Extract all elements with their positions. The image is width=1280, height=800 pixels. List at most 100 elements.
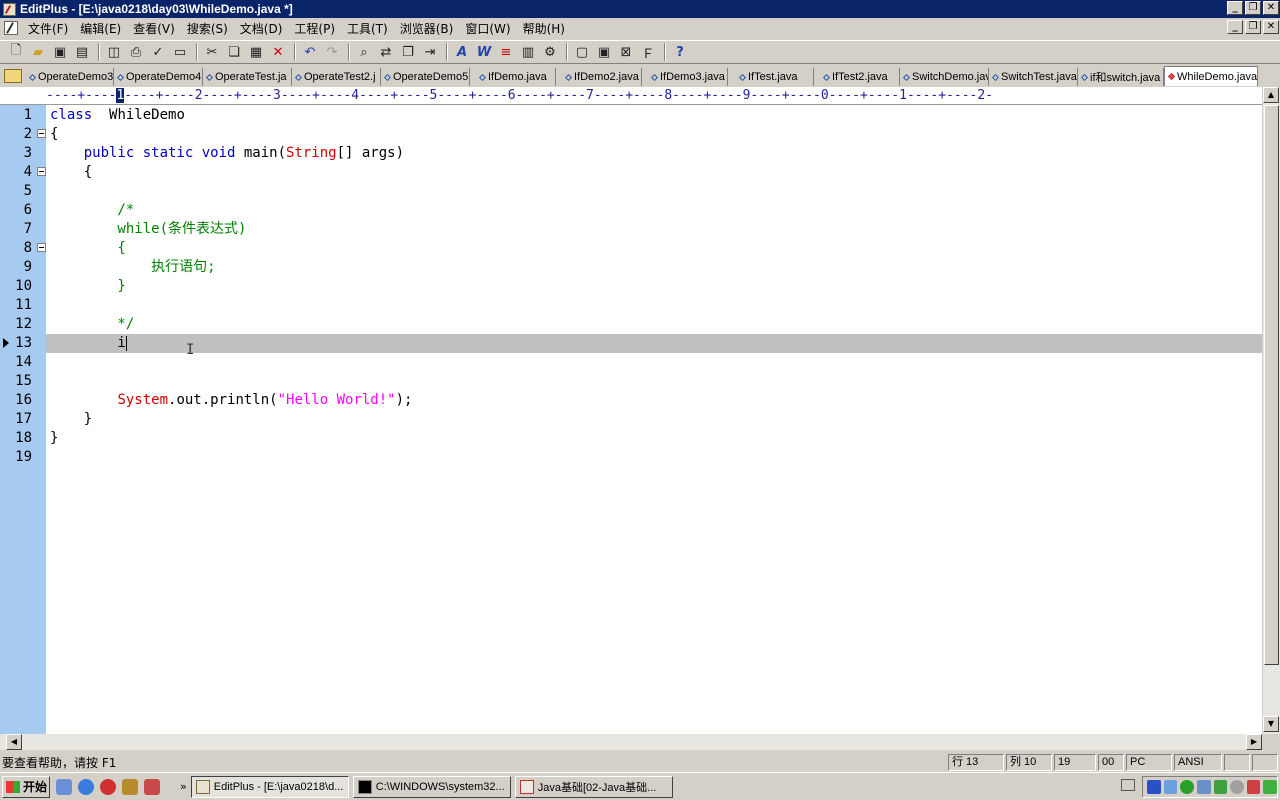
- ruler-ticks: ----+----2----+----3----+----4----+----5…: [124, 88, 994, 103]
- vertical-scrollbar[interactable]: ▲ ▼: [1262, 87, 1280, 734]
- menu-view[interactable]: 查看(V): [127, 20, 181, 37]
- new-file-icon[interactable]: 🗋: [6, 42, 26, 62]
- tray-status-icon[interactable]: [1180, 780, 1194, 794]
- goto-icon[interactable]: ⇥: [420, 42, 440, 62]
- type-name: System: [117, 392, 169, 408]
- tab-operatedemo3[interactable]: OperateDemo3.: [26, 68, 114, 86]
- tray-input-icon[interactable]: [1147, 780, 1161, 794]
- delete-icon[interactable]: ✕: [268, 42, 288, 62]
- save-all-icon[interactable]: ▤: [72, 42, 92, 62]
- quicklaunch-player-icon[interactable]: [100, 778, 116, 795]
- save-icon[interactable]: ▣: [50, 42, 70, 62]
- menu-browser[interactable]: 浏览器(B): [394, 20, 460, 37]
- quicklaunch-ie-icon[interactable]: [78, 778, 94, 795]
- current-line-marker-icon: [3, 338, 9, 348]
- tab-iftest2[interactable]: IfTest2.java: [814, 68, 900, 86]
- folder-icon[interactable]: [4, 69, 22, 83]
- editplus-app-icon[interactable]: [3, 2, 16, 16]
- word-wrap-icon[interactable]: W: [474, 42, 494, 62]
- settings-icon[interactable]: ⚙: [540, 42, 560, 62]
- function-icon[interactable]: Ｆ: [638, 42, 658, 62]
- tab-ifdemo3[interactable]: IfDemo3.java: [642, 68, 728, 86]
- tray-clock-icon[interactable]: [1230, 780, 1244, 794]
- status-char-code: 00: [1098, 753, 1124, 771]
- tab-ifdemo[interactable]: IfDemo.java: [470, 68, 556, 86]
- code-editor[interactable]: class WhileDemo { public static void mai…: [46, 105, 1262, 734]
- tab-if-switch[interactable]: if和switch.java: [1078, 68, 1164, 86]
- tray-network-icon[interactable]: [1163, 780, 1178, 794]
- print-icon[interactable]: ⎙: [126, 42, 146, 62]
- browser-icon[interactable]: ▢: [572, 42, 592, 62]
- line-number-gutter[interactable]: 1 2 3 4 5 6 7 8 9 10 11 12 13 14 15 16 1…: [0, 105, 46, 734]
- help-icon[interactable]: ?: [670, 42, 690, 62]
- quicklaunch-app-icon[interactable]: [144, 778, 160, 795]
- tab-iftest[interactable]: IfTest.java: [728, 68, 814, 86]
- scroll-right-button[interactable]: ▶: [1246, 734, 1262, 750]
- quicklaunch-tool-icon[interactable]: [122, 778, 138, 795]
- scroll-up-button[interactable]: ▲: [1263, 87, 1279, 103]
- redo-icon[interactable]: ↷: [322, 42, 342, 62]
- paste-icon[interactable]: ▦: [246, 42, 266, 62]
- indent-icon[interactable]: ≡: [496, 42, 516, 62]
- open-icon[interactable]: ▰: [28, 42, 48, 62]
- tab-whiledemo[interactable]: WhileDemo.java: [1164, 66, 1258, 86]
- tab-operatetest[interactable]: OperateTest.ja: [203, 68, 292, 86]
- task-cmd[interactable]: C:\WINDOWS\system32...: [352, 775, 511, 798]
- quicklaunch-desktop-icon[interactable]: [56, 778, 72, 795]
- find-files-icon[interactable]: ❐: [398, 42, 418, 62]
- scroll-down-button[interactable]: ▼: [1263, 716, 1279, 732]
- start-button[interactable]: 开始: [2, 775, 50, 798]
- keyboard-icon[interactable]: [1121, 779, 1135, 791]
- tray-monitor-icon[interactable]: [1196, 780, 1211, 794]
- print-preview-icon[interactable]: ◫: [104, 42, 124, 62]
- task-java-doc[interactable]: Java基础[02-Java基础...: [514, 775, 673, 798]
- copy-icon[interactable]: ❏: [224, 42, 244, 62]
- system-tray: [1142, 776, 1278, 798]
- doc-restore-button[interactable]: ❐: [1245, 20, 1261, 34]
- replace-icon[interactable]: ⇄: [376, 42, 396, 62]
- tab-switchtest[interactable]: SwitchTest.java: [989, 68, 1078, 86]
- horizontal-scrollbar[interactable]: ◀ ▶: [0, 734, 1262, 750]
- string-literal: "Hello World!": [277, 392, 396, 408]
- menu-project[interactable]: 工程(P): [288, 20, 341, 37]
- doc-close-button[interactable]: ✕: [1263, 20, 1279, 34]
- font-icon[interactable]: A: [452, 42, 472, 62]
- tab-switchdemo[interactable]: SwitchDemo.jav: [900, 68, 989, 86]
- document-icon[interactable]: ▭: [170, 42, 190, 62]
- code-line-2: {: [50, 126, 59, 142]
- spellcheck-icon[interactable]: ✓: [148, 42, 168, 62]
- document-icon[interactable]: [4, 21, 18, 35]
- doc-minimize-button[interactable]: _: [1227, 20, 1243, 34]
- menu-file[interactable]: 文件(F): [22, 20, 74, 37]
- undo-icon[interactable]: ↶: [300, 42, 320, 62]
- file-icon: [205, 73, 214, 81]
- tab-ifdemo2[interactable]: IfDemo2.java: [556, 68, 642, 86]
- task-editplus[interactable]: EditPlus - [E:\java0218\d...: [190, 775, 349, 798]
- tab-operatedemo5[interactable]: OperateDemo5.: [381, 68, 470, 86]
- scroll-left-button[interactable]: ◀: [6, 734, 22, 750]
- minimize-button[interactable]: _: [1227, 1, 1243, 15]
- ruler-icon[interactable]: ▥: [518, 42, 538, 62]
- tray-security-icon[interactable]: [1246, 780, 1261, 794]
- tab-operatedemo4[interactable]: OperateDemo4.: [114, 68, 203, 86]
- window-icon[interactable]: ▣: [594, 42, 614, 62]
- menu-edit[interactable]: 编辑(E): [74, 20, 127, 37]
- fold-toggle[interactable]: [37, 129, 46, 138]
- close-button[interactable]: ✕: [1263, 1, 1279, 15]
- fold-toggle[interactable]: [37, 243, 46, 252]
- tray-app-icon[interactable]: [1213, 780, 1228, 794]
- scroll-thumb[interactable]: [1264, 105, 1279, 665]
- menu-document[interactable]: 文档(D): [234, 20, 289, 37]
- quicklaunch-more-icon[interactable]: »: [180, 780, 187, 793]
- cut-icon[interactable]: ✂: [202, 42, 222, 62]
- menu-search[interactable]: 搜索(S): [181, 20, 234, 37]
- tray-update-icon[interactable]: [1263, 780, 1277, 794]
- menu-tools[interactable]: 工具(T): [341, 20, 394, 37]
- maximize-button[interactable]: ❐: [1245, 1, 1261, 15]
- find-icon[interactable]: ⌕: [354, 42, 374, 62]
- tab-operatetest2[interactable]: OperateTest2.j: [292, 68, 381, 86]
- fold-toggle[interactable]: [37, 167, 46, 176]
- menu-window[interactable]: 窗口(W): [459, 20, 516, 37]
- clip-icon[interactable]: ⊠: [616, 42, 636, 62]
- menu-help[interactable]: 帮助(H): [517, 20, 571, 37]
